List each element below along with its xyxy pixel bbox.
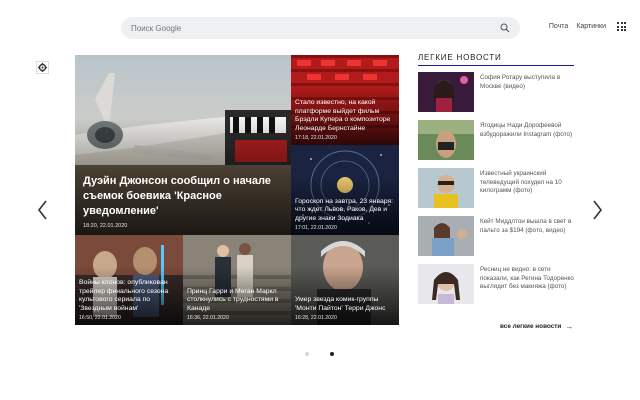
news-title: Войны клонов: опубликован трейлер финаль… bbox=[79, 279, 169, 312]
apps-grid-icon[interactable] bbox=[617, 22, 626, 31]
news-thumbnail bbox=[418, 120, 474, 160]
news-thumbnail bbox=[418, 264, 474, 304]
all-light-news-label: все легкие новости bbox=[500, 323, 562, 330]
news-thumbnail bbox=[418, 216, 474, 256]
chevron-left-icon[interactable] bbox=[36, 199, 48, 221]
news-date: 17:18, 22.01.2020 bbox=[295, 135, 337, 141]
news-tile-main[interactable]: Дуэйн Джонсон сообщил о начале съемок бо… bbox=[75, 55, 291, 235]
news-date: 16:36, 22.01.2020 bbox=[187, 315, 229, 321]
news-link-text: Ресниц не видно: в сети показали, как Ре… bbox=[480, 266, 574, 290]
news-grid: Дуэйн Джонсон сообщил о начале съемок бо… bbox=[75, 55, 399, 325]
list-item[interactable]: Ресниц не видно: в сети показали, как Ре… bbox=[418, 264, 574, 312]
pagination-dot[interactable] bbox=[305, 352, 309, 356]
news-link-text: Ягодицы Нади Дорофеевой взбудоражили Ins… bbox=[480, 122, 573, 138]
all-light-news-link[interactable]: все легкие новости → bbox=[500, 322, 573, 331]
news-date: 16:28, 22.01.2020 bbox=[295, 315, 337, 321]
mail-link[interactable]: Почта bbox=[549, 23, 568, 30]
carousel-pagination bbox=[305, 352, 334, 356]
news-title: Стало известно, на какой платформе выйде… bbox=[295, 99, 391, 132]
news-date: 18:20, 22.01.2020 bbox=[83, 223, 128, 229]
list-item[interactable]: София Ротару выступила в Москве (видео) bbox=[418, 72, 574, 120]
news-title: Гороскоп на завтра, 23 января: что ждет … bbox=[295, 197, 394, 222]
light-news-heading: ЛЕГКИЕ НОВОСТИ bbox=[418, 53, 574, 66]
news-date: 17:01, 22.01.2020 bbox=[295, 225, 337, 231]
news-tile[interactable]: Стало известно, на какой платформе выйде… bbox=[291, 55, 399, 145]
news-tile[interactable]: Гороскоп на завтра, 23 января: что ждет … bbox=[291, 145, 399, 235]
pagination-dot-active[interactable] bbox=[330, 352, 334, 356]
arrow-right-icon: → bbox=[565, 322, 574, 331]
news-thumbnail bbox=[418, 168, 474, 208]
news-link-text: Кейт Миддлтон вышла в свет в пальто за $… bbox=[480, 218, 572, 234]
news-title: Принц Гарри и Меган Маркл столкнулись с … bbox=[187, 287, 279, 312]
news-link-text: Известный украинский телеведущий похудел… bbox=[480, 170, 562, 194]
search-bar[interactable] bbox=[121, 17, 520, 39]
list-item[interactable]: Кейт Миддлтон вышла в свет в пальто за $… bbox=[418, 216, 574, 264]
news-title: Дуэйн Джонсон сообщил о начале съемок бо… bbox=[83, 175, 271, 217]
news-date: 16:50, 22.01.2020 bbox=[79, 315, 121, 321]
search-input[interactable] bbox=[131, 17, 500, 39]
search-icon[interactable] bbox=[500, 23, 510, 33]
gear-icon[interactable] bbox=[36, 61, 49, 74]
news-link-text: София Ротару выступила в Москве (видео) bbox=[480, 74, 561, 90]
news-tile[interactable]: Принц Гарри и Меган Маркл столкнулись с … bbox=[183, 235, 291, 325]
news-tile[interactable]: Умер звезда комик-группы 'Монти Пайтон' … bbox=[291, 235, 399, 325]
top-links: Почта Картинки bbox=[549, 23, 606, 30]
chevron-right-icon[interactable] bbox=[592, 199, 604, 221]
new-tab-page: { "search": { "placeholder": "Поиск Goog… bbox=[0, 0, 640, 400]
list-item[interactable]: Известный украинский телеведущий похудел… bbox=[418, 168, 574, 216]
list-item[interactable]: Ягодицы Нади Дорофеевой взбудоражили Ins… bbox=[418, 120, 574, 168]
news-title: Умер звезда комик-группы 'Монти Пайтон' … bbox=[295, 296, 386, 312]
news-thumbnail bbox=[418, 72, 474, 112]
images-link[interactable]: Картинки bbox=[576, 23, 606, 30]
light-news-panel: ЛЕГКИЕ НОВОСТИ София Ротару выступила в … bbox=[418, 53, 574, 312]
news-tile[interactable]: Войны клонов: опубликован трейлер финаль… bbox=[75, 235, 183, 325]
